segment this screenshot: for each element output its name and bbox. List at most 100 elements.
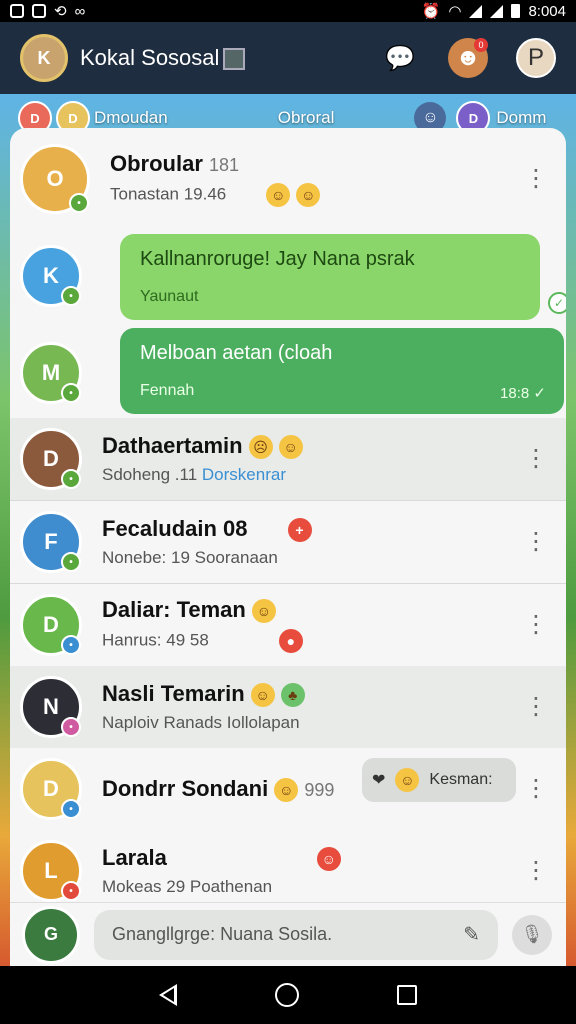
avatar: F • (20, 511, 82, 573)
avatar: D • (20, 428, 82, 490)
contact-name: Fecaludain 08 + (102, 516, 312, 543)
profile-initial: P (527, 44, 544, 71)
chat-row-larala[interactable]: L • Larala ☺ Mokeas 29 Poathenan ⋮ (10, 830, 566, 912)
avatar: M • (20, 342, 82, 404)
emoji-icon: ☺ (395, 768, 420, 792)
last-message: Tonastan 19.46 ☺ ☺ (110, 183, 321, 207)
online-icon: • (69, 193, 89, 213)
emoji-icon: ☺ (316, 847, 341, 872)
online-icon: • (61, 383, 81, 403)
chat-row-fecaludain[interactable]: F • Fecaludain 08 + Nonebe: 19 Sooranaan … (10, 501, 566, 583)
contact-name: Daliar: Teman ☺ (102, 597, 303, 624)
tab-left[interactable]: Dmoudan (94, 108, 168, 128)
notification-badge: 0 (474, 38, 488, 52)
more-options-icon[interactable]: ⋮ (524, 167, 548, 191)
message-bubble-1[interactable]: Kallnanroruge! Jay Nana psrak Yaunaut ✓ (120, 234, 566, 320)
chat-row-daliar[interactable]: D • Daliar: Teman ☺ Hanrus: 49 58 ● ⋮ (10, 584, 566, 666)
profile-avatar[interactable]: P (516, 38, 556, 78)
smile-emoji-icon: ☺ (296, 183, 321, 207)
leaf-icon: ♣ (280, 683, 305, 708)
message-placeholder: Gnangllgrge: Nuana Sosila. (112, 924, 333, 944)
app-bar: K Kokal Sososal 💬 ☻ 0 P (0, 22, 576, 94)
avatar-initial: D (43, 612, 59, 637)
emoji-icon: ☺ (278, 435, 303, 460)
message-bubble-2[interactable]: Melboan aetan (cloah Fennah 18:8 ✓ (120, 328, 564, 414)
last-message: Sdoheng .11 Dorskenrar (102, 465, 286, 485)
row-text: Dondrr Sondani ☺ 999 (102, 775, 335, 803)
more-options-icon[interactable]: ⋮ (524, 447, 548, 471)
avatar: L • (20, 840, 82, 902)
app-title-text: Kokal Sososal (80, 45, 220, 70)
online-icon: • (61, 717, 81, 737)
pen-icon[interactable]: ✎ (463, 922, 480, 947)
more-options-icon[interactable]: ⋮ (524, 530, 548, 554)
tab-center[interactable]: Obroral (278, 108, 335, 128)
more-options-icon[interactable]: ⋮ (524, 695, 548, 719)
chat-row-obroular[interactable]: O • Obroular 181 Tonastan 19.46 ☺ ☺ ⋮ (10, 134, 566, 224)
message-text: Kallnanroruge! Jay Nana psrak (140, 248, 415, 270)
contact-name: Dondrr Sondani ☺ 999 (102, 775, 335, 803)
last-message: Naploiv Ranads Iollolapan (102, 713, 300, 733)
chip-label: Kesman: (429, 771, 493, 788)
avatar-initial: L (44, 858, 58, 883)
online-icon: • (61, 635, 81, 655)
row-text: Daliar: Teman ☺ Hanrus: 49 58 ● (102, 597, 303, 654)
row-text: Dathaertamin ☹ ☺ Sdoheng .11 Dorskenrar (102, 433, 303, 485)
verified-icon (223, 48, 246, 71)
avatar-initial: N (43, 694, 59, 719)
smile-emoji-icon: ☺ (274, 778, 299, 803)
message-sub: Yaunaut (140, 288, 199, 305)
alarm-icon: ⏰ (421, 3, 441, 20)
last-message: Hanrus: 49 58 ● (102, 629, 303, 654)
contact-name: Nasli Temarin ☺ ♣ (102, 681, 305, 708)
system-nav-bar (0, 966, 576, 1024)
heart-icon: ❤ (372, 772, 386, 789)
wifi-icon: ◠ (448, 3, 462, 20)
app-notification-icon (32, 4, 46, 18)
laugh-emoji-icon: ☺ (250, 683, 275, 708)
message-input[interactable]: Gnangllgrge: Nuana Sosila. ✎ (94, 909, 498, 960)
signal-2-icon (490, 4, 504, 18)
laugh-emoji-icon: ☺ (266, 183, 291, 207)
notification-icon (10, 4, 24, 18)
chat-bubble-icon[interactable]: 💬 (380, 38, 420, 78)
back-icon[interactable] (159, 984, 177, 1006)
online-icon: • (61, 469, 81, 489)
chat-row-nasli[interactable]: N • Nasli Temarin ☺ ♣ Naploiv Ranads Iollo… (10, 666, 566, 748)
online-icon: • (61, 881, 81, 901)
avatar-initial: D (43, 446, 59, 471)
avatar: N • (20, 676, 82, 738)
avatar: K • (20, 245, 82, 307)
chat-list-panel: O • Obroular 181 Tonastan 19.46 ☺ ☺ ⋮ K • … (10, 128, 566, 966)
avatar: D • (20, 594, 82, 656)
more-options-icon[interactable]: ⋮ (524, 613, 548, 637)
message-sub: Fennah (140, 382, 195, 399)
avatar-initial: M (41, 360, 61, 385)
avatar-initial: F (44, 529, 58, 554)
avatar-initial: K (43, 263, 59, 288)
notifications-button[interactable]: ☻ 0 (448, 38, 488, 78)
row-text: Nasli Temarin ☺ ♣ Naploiv Ranads Iollolapa… (102, 681, 305, 733)
row-text: Larala ☺ Mokeas 29 Poathenan (102, 845, 341, 897)
avatar: D • (20, 758, 82, 820)
app-title: Kokal Sososal (80, 45, 246, 71)
more-options-icon[interactable]: ⋮ (524, 777, 548, 801)
battery-icon (511, 4, 521, 18)
home-icon[interactable] (275, 983, 299, 1007)
composer-avatar[interactable]: G (22, 905, 80, 964)
plus-badge-icon: + (287, 518, 312, 543)
avatar: O • (20, 144, 90, 214)
app-avatar[interactable]: K (20, 34, 68, 82)
last-message: Nonebe: 19 Sooranaan (102, 548, 278, 568)
link-icon: ∞ (74, 2, 86, 20)
reply-chip[interactable]: ❤ ☺ Kesman: (362, 758, 516, 802)
recents-icon[interactable] (397, 985, 417, 1005)
last-message: Mokeas 29 Poathenan (102, 877, 273, 897)
chat-row-dathaertamin[interactable]: D • Dathaertamin ☹ ☺ Sdoheng .11 Dorskenra… (10, 418, 566, 500)
tab-right[interactable]: Domm (496, 108, 546, 128)
more-options-icon[interactable]: ⋮ (524, 859, 548, 883)
contact-name: Obroular 181 (110, 151, 240, 176)
mic-icon[interactable]: 🎙 (512, 914, 552, 955)
contact-name: Larala ☺ (102, 845, 341, 872)
signal-icon (469, 4, 483, 18)
